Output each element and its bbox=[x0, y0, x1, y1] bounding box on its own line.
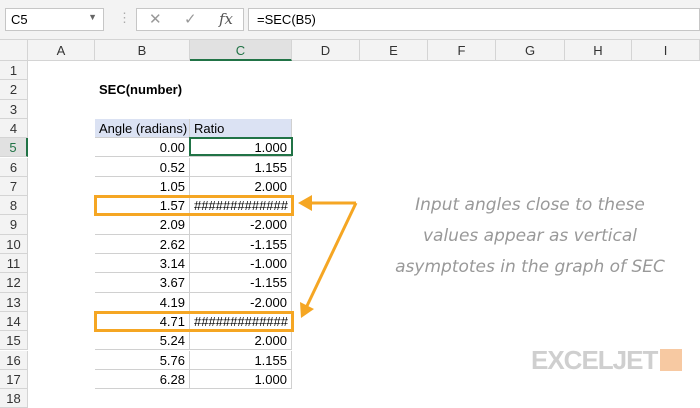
arrowhead-icon bbox=[298, 195, 312, 211]
arrows bbox=[298, 195, 358, 318]
arrow-line bbox=[304, 202, 358, 309]
